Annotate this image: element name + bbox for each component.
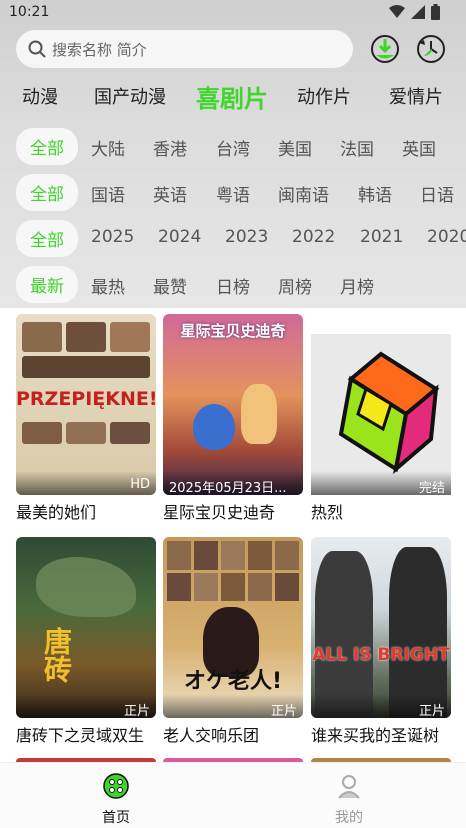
card-title[interactable]: 星际宝贝史迪奇: [163, 499, 303, 523]
filter-language: 全部 国语 英语 粤语 闽南语 韩语 日语: [0, 174, 466, 211]
filter-region-item[interactable]: 香港: [153, 135, 187, 160]
filter-language-item[interactable]: 国语: [91, 181, 125, 206]
filter-language-item[interactable]: 韩语: [358, 181, 392, 206]
filter-sort-latest[interactable]: 最新: [16, 266, 78, 303]
filter-sort-item[interactable]: 日榜: [216, 273, 250, 298]
poster-title-text: オケ老人!: [183, 669, 283, 694]
filter-sort-item[interactable]: 月榜: [340, 273, 374, 298]
status-badge: 完结: [311, 471, 451, 495]
wifi-icon: [389, 5, 405, 18]
tab-domestic-anime[interactable]: 国产动漫: [94, 83, 166, 109]
nav-mine-label: 我的: [335, 810, 363, 826]
filter-region-item[interactable]: 台湾: [216, 135, 250, 160]
filter-region-item[interactable]: 法国: [340, 135, 374, 160]
card-title[interactable]: 老人交响乐团: [163, 722, 303, 746]
filter-language-all[interactable]: 全部: [16, 174, 78, 211]
filter-region-item[interactable]: 大陆: [91, 135, 125, 160]
filter-year-item[interactable]: 2020: [427, 227, 466, 247]
category-tabs: 动漫 国产动漫 喜剧片 动作片 爱情片: [0, 78, 466, 114]
video-card[interactable]: 星际宝贝史迪奇 2025年05月23日... 星际宝贝史迪奇: [163, 314, 303, 523]
status-badge: 正片: [163, 694, 303, 718]
search-placeholder: 搜索名称 简介: [52, 40, 147, 59]
filter-region: 全部 大陆 香港 台湾 美国 法国 英国: [0, 128, 466, 165]
filter-year-item[interactable]: 2022: [292, 227, 335, 247]
filter-region-item[interactable]: 英国: [402, 135, 436, 160]
download-icon[interactable]: [370, 34, 400, 64]
nav-home[interactable]: 首页: [86, 773, 146, 827]
filter-language-item[interactable]: 粤语: [216, 181, 250, 206]
status-badge: 正片: [311, 694, 451, 718]
poster-image[interactable]: ALL IS BRIGHT 正片: [311, 537, 451, 718]
poster-image[interactable]: オケ老人! 正片: [163, 537, 303, 718]
filter-year-all[interactable]: 全部: [16, 220, 78, 257]
poster-image[interactable]: PRZEPIĘKNE! HD: [16, 314, 156, 495]
filter-sort-item[interactable]: 最热: [91, 273, 125, 298]
nav-home-label: 首页: [102, 810, 130, 826]
card-title[interactable]: 谁来买我的圣诞树: [311, 722, 451, 746]
filter-year-item[interactable]: 2025: [91, 227, 134, 247]
tab-romance[interactable]: 爱情片: [389, 83, 443, 109]
search-icon: [28, 40, 46, 58]
card-title[interactable]: 唐砖下之灵域双生: [16, 722, 156, 746]
video-card[interactable]: PRZEPIĘKNE! HD 最美的她们: [16, 314, 156, 523]
filter-language-item[interactable]: 英语: [153, 181, 187, 206]
tab-comedy[interactable]: 喜剧片: [196, 79, 268, 114]
search-input[interactable]: 搜索名称 简介: [16, 30, 353, 68]
poster-title-text: 星际宝贝史迪奇: [180, 322, 286, 340]
quality-badge: HD: [16, 471, 156, 495]
video-card[interactable]: 完结 热烈: [311, 314, 451, 523]
filter-region-item[interactable]: 美国: [278, 135, 312, 160]
filter-year: 全部 2025 2024 2023 2022 2021 2020: [0, 220, 466, 257]
poster-image[interactable]: 星际宝贝史迪奇 2025年05月23日...: [163, 314, 303, 495]
filter-year-item[interactable]: 2023: [225, 227, 268, 247]
poster-title-text: 唐砖: [40, 627, 73, 683]
poster-image[interactable]: 唐砖 正片: [16, 537, 156, 718]
status-bar: 10:21: [0, 0, 466, 26]
filter-year-item[interactable]: 2024: [158, 227, 201, 247]
filter-region-all[interactable]: 全部: [16, 128, 78, 165]
card-title[interactable]: 热烈: [311, 499, 451, 523]
status-badge: 正片: [16, 694, 156, 718]
tab-anime[interactable]: 动漫: [22, 83, 58, 109]
poster-title-text: PRZEPIĘKNE!: [16, 388, 156, 410]
filter-language-item[interactable]: 闽南语: [278, 181, 329, 206]
card-title[interactable]: 最美的她们: [16, 499, 156, 523]
signal-icon: [411, 5, 425, 19]
nav-mine[interactable]: 我的: [319, 773, 379, 827]
poster-image[interactable]: 完结: [311, 334, 451, 495]
bottom-navigation: 首页 我的: [0, 762, 466, 828]
status-time: 10:21: [9, 4, 50, 20]
history-icon[interactable]: [416, 34, 446, 64]
battery-icon: [431, 4, 440, 20]
filter-sort: 最新 最热 最赞 日榜 周榜 月榜: [0, 266, 466, 303]
filter-year-item[interactable]: 2021: [360, 227, 403, 247]
tab-action[interactable]: 动作片: [297, 83, 351, 109]
poster-title-text: ALL IS BRIGHT: [312, 645, 450, 665]
video-card[interactable]: ALL IS BRIGHT 正片 谁来买我的圣诞树: [311, 537, 451, 746]
video-card[interactable]: オケ老人! 正片 老人交响乐团: [163, 537, 303, 746]
release-date-badge: 2025年05月23日...: [163, 471, 303, 495]
filter-sort-item[interactable]: 最赞: [153, 273, 187, 298]
status-icons: [389, 4, 440, 20]
filter-sort-item[interactable]: 周榜: [278, 273, 312, 298]
video-card[interactable]: 唐砖 正片 唐砖下之灵域双生: [16, 537, 156, 746]
profile-icon: [338, 775, 360, 799]
filter-language-item[interactable]: 日语: [420, 181, 454, 206]
home-icon: [103, 773, 129, 799]
